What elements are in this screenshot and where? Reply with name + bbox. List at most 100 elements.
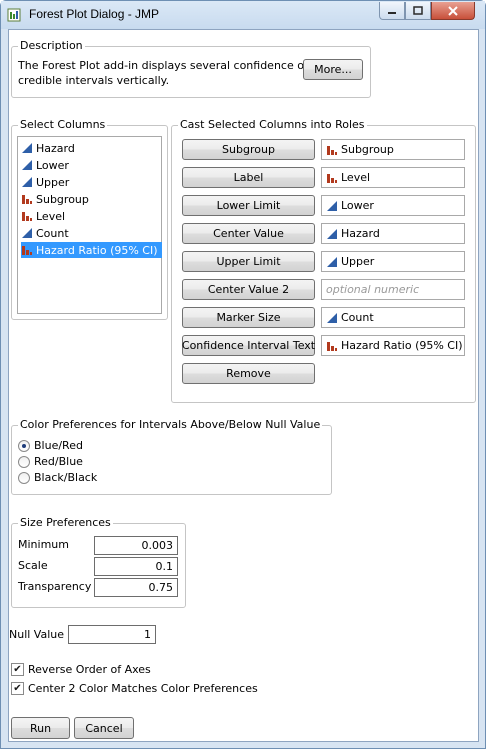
radio-unselected-icon <box>18 455 30 468</box>
nominal-column-icon <box>22 195 32 204</box>
title-bar[interactable]: Forest Plot Dialog - JMP <box>1 1 485 29</box>
radio-black-black[interactable]: Black/Black <box>18 471 97 484</box>
null-value-label: Null Value <box>9 628 65 641</box>
nominal-column-icon <box>327 341 337 351</box>
label-role-field[interactable]: Level <box>321 167 465 188</box>
description-group: Description The Forest Plot add-in displ… <box>11 39 371 98</box>
maximize-button[interactable] <box>405 2 431 20</box>
radio-red-blue[interactable]: Red/Blue <box>18 455 83 468</box>
color-preferences-legend: Color Preferences for Intervals Above/Be… <box>18 418 323 431</box>
size-preferences-group: Size Preferences Minimum 0.003 Scale 0.1… <box>11 516 186 608</box>
column-list[interactable]: Hazard Lower Upper Subgroup Level Count … <box>17 136 162 314</box>
cast-roles-group: Cast Selected Columns into Roles Subgrou… <box>171 118 476 403</box>
label-role-button[interactable]: Label <box>182 167 315 188</box>
close-icon <box>448 5 458 16</box>
continuous-column-icon <box>22 160 32 170</box>
center-value-2-role-field[interactable]: optional numeric <box>321 279 465 300</box>
maximize-icon <box>413 5 423 15</box>
subgroup-role-field[interactable]: Subgroup <box>321 139 465 160</box>
radio-label: Black/Black <box>34 471 98 484</box>
description-legend: Description <box>18 39 85 52</box>
lower-limit-role-field[interactable]: Lower <box>321 195 465 216</box>
center-value-role-field[interactable]: Hazard <box>321 223 465 244</box>
marker-size-role-button[interactable]: Marker Size <box>182 307 315 328</box>
color-preferences-group: Color Preferences for Intervals Above/Be… <box>11 418 332 495</box>
reverse-order-checkbox[interactable]: ✔ Reverse Order of Axes <box>11 663 151 676</box>
label-role-value: Level <box>341 171 371 184</box>
subgroup-role-value: Subgroup <box>341 143 394 156</box>
description-text-line1: The Forest Plot add-in displays several … <box>18 59 309 72</box>
transparency-label: Transparency <box>18 580 92 593</box>
list-item[interactable]: Subgroup <box>21 191 93 207</box>
confidence-interval-text-role-value: Hazard Ratio (95% CI) <box>341 339 463 352</box>
nominal-column-icon <box>327 145 337 155</box>
nominal-column-icon <box>327 173 337 183</box>
continuous-column-icon <box>327 256 337 267</box>
center2-color-checkbox[interactable]: ✔ Center 2 Color Matches Color Preferenc… <box>11 682 258 695</box>
confidence-interval-text-role-button[interactable]: Confidence Interval Text <box>182 335 315 356</box>
lower-limit-role-value: Lower <box>341 199 374 212</box>
select-columns-legend: Select Columns <box>18 118 108 131</box>
list-item[interactable]: Count <box>21 225 73 241</box>
jmp-app-icon <box>7 8 21 22</box>
confidence-interval-text-role-field[interactable]: Hazard Ratio (95% CI) <box>321 335 465 356</box>
close-button[interactable] <box>431 2 475 20</box>
nominal-column-icon <box>22 246 32 255</box>
window-title: Forest Plot Dialog - JMP <box>29 7 160 21</box>
list-item-label: Hazard <box>36 141 75 155</box>
list-item[interactable]: Upper <box>21 174 73 190</box>
scale-input[interactable]: 0.1 <box>94 557 178 576</box>
radio-blue-red[interactable]: Blue/Red <box>18 439 83 452</box>
checkbox-checked-icon: ✔ <box>11 663 24 676</box>
upper-limit-role-button[interactable]: Upper Limit <box>182 251 315 272</box>
list-item-label: Upper <box>36 175 70 189</box>
upper-limit-role-field[interactable]: Upper <box>321 251 465 272</box>
remove-button[interactable]: Remove <box>182 363 315 384</box>
continuous-column-icon <box>327 312 337 323</box>
continuous-column-icon <box>22 177 32 187</box>
minimize-button[interactable] <box>379 2 405 20</box>
transparency-input[interactable]: 0.75 <box>94 578 178 597</box>
marker-size-role-value: Count <box>341 311 374 324</box>
list-item-selected[interactable]: Hazard Ratio (95% CI) <box>21 242 162 258</box>
radio-selected-icon <box>18 439 30 452</box>
center-value-2-placeholder: optional numeric <box>326 283 420 296</box>
radio-label: Blue/Red <box>34 439 83 452</box>
nominal-column-icon <box>22 212 32 221</box>
continuous-column-icon <box>327 200 337 211</box>
checkbox-label: Center 2 Color Matches Color Preferences <box>28 682 258 695</box>
checkbox-checked-icon: ✔ <box>11 682 24 695</box>
list-item-label: Hazard Ratio (95% CI) <box>36 243 158 257</box>
checkbox-label: Reverse Order of Axes <box>28 663 151 676</box>
lower-limit-role-button[interactable]: Lower Limit <box>182 195 315 216</box>
scale-label: Scale <box>18 559 48 572</box>
null-value-input[interactable]: 1 <box>68 625 156 644</box>
continuous-column-icon <box>327 228 337 239</box>
subgroup-role-button[interactable]: Subgroup <box>182 139 315 160</box>
list-item[interactable]: Level <box>21 208 69 224</box>
minimum-label: Minimum <box>18 538 69 551</box>
center-value-role-value: Hazard <box>341 227 380 240</box>
center-value-2-role-button[interactable]: Center Value 2 <box>182 279 315 300</box>
marker-size-role-field[interactable]: Count <box>321 307 465 328</box>
cancel-button[interactable]: Cancel <box>74 717 134 739</box>
radio-label: Red/Blue <box>34 455 83 468</box>
description-text-line2: credible intervals vertically. <box>18 74 170 87</box>
list-item-label: Subgroup <box>36 192 89 206</box>
run-button[interactable]: Run <box>11 717 70 739</box>
continuous-column-icon <box>22 143 32 153</box>
size-preferences-legend: Size Preferences <box>18 516 113 529</box>
minimum-input[interactable]: 0.003 <box>94 536 178 555</box>
continuous-column-icon <box>22 228 32 238</box>
list-item[interactable]: Hazard <box>21 140 79 156</box>
list-item-label: Lower <box>36 158 69 172</box>
more-button[interactable]: More... <box>303 59 363 80</box>
center-value-role-button[interactable]: Center Value <box>182 223 315 244</box>
dialog-body: Description The Forest Plot add-in displ… <box>8 29 479 742</box>
list-item-label: Count <box>36 226 69 240</box>
radio-unselected-icon <box>18 471 30 484</box>
upper-limit-role-value: Upper <box>341 255 375 268</box>
list-item-label: Level <box>36 209 66 223</box>
list-item[interactable]: Lower <box>21 157 73 173</box>
cast-roles-legend: Cast Selected Columns into Roles <box>178 118 367 131</box>
